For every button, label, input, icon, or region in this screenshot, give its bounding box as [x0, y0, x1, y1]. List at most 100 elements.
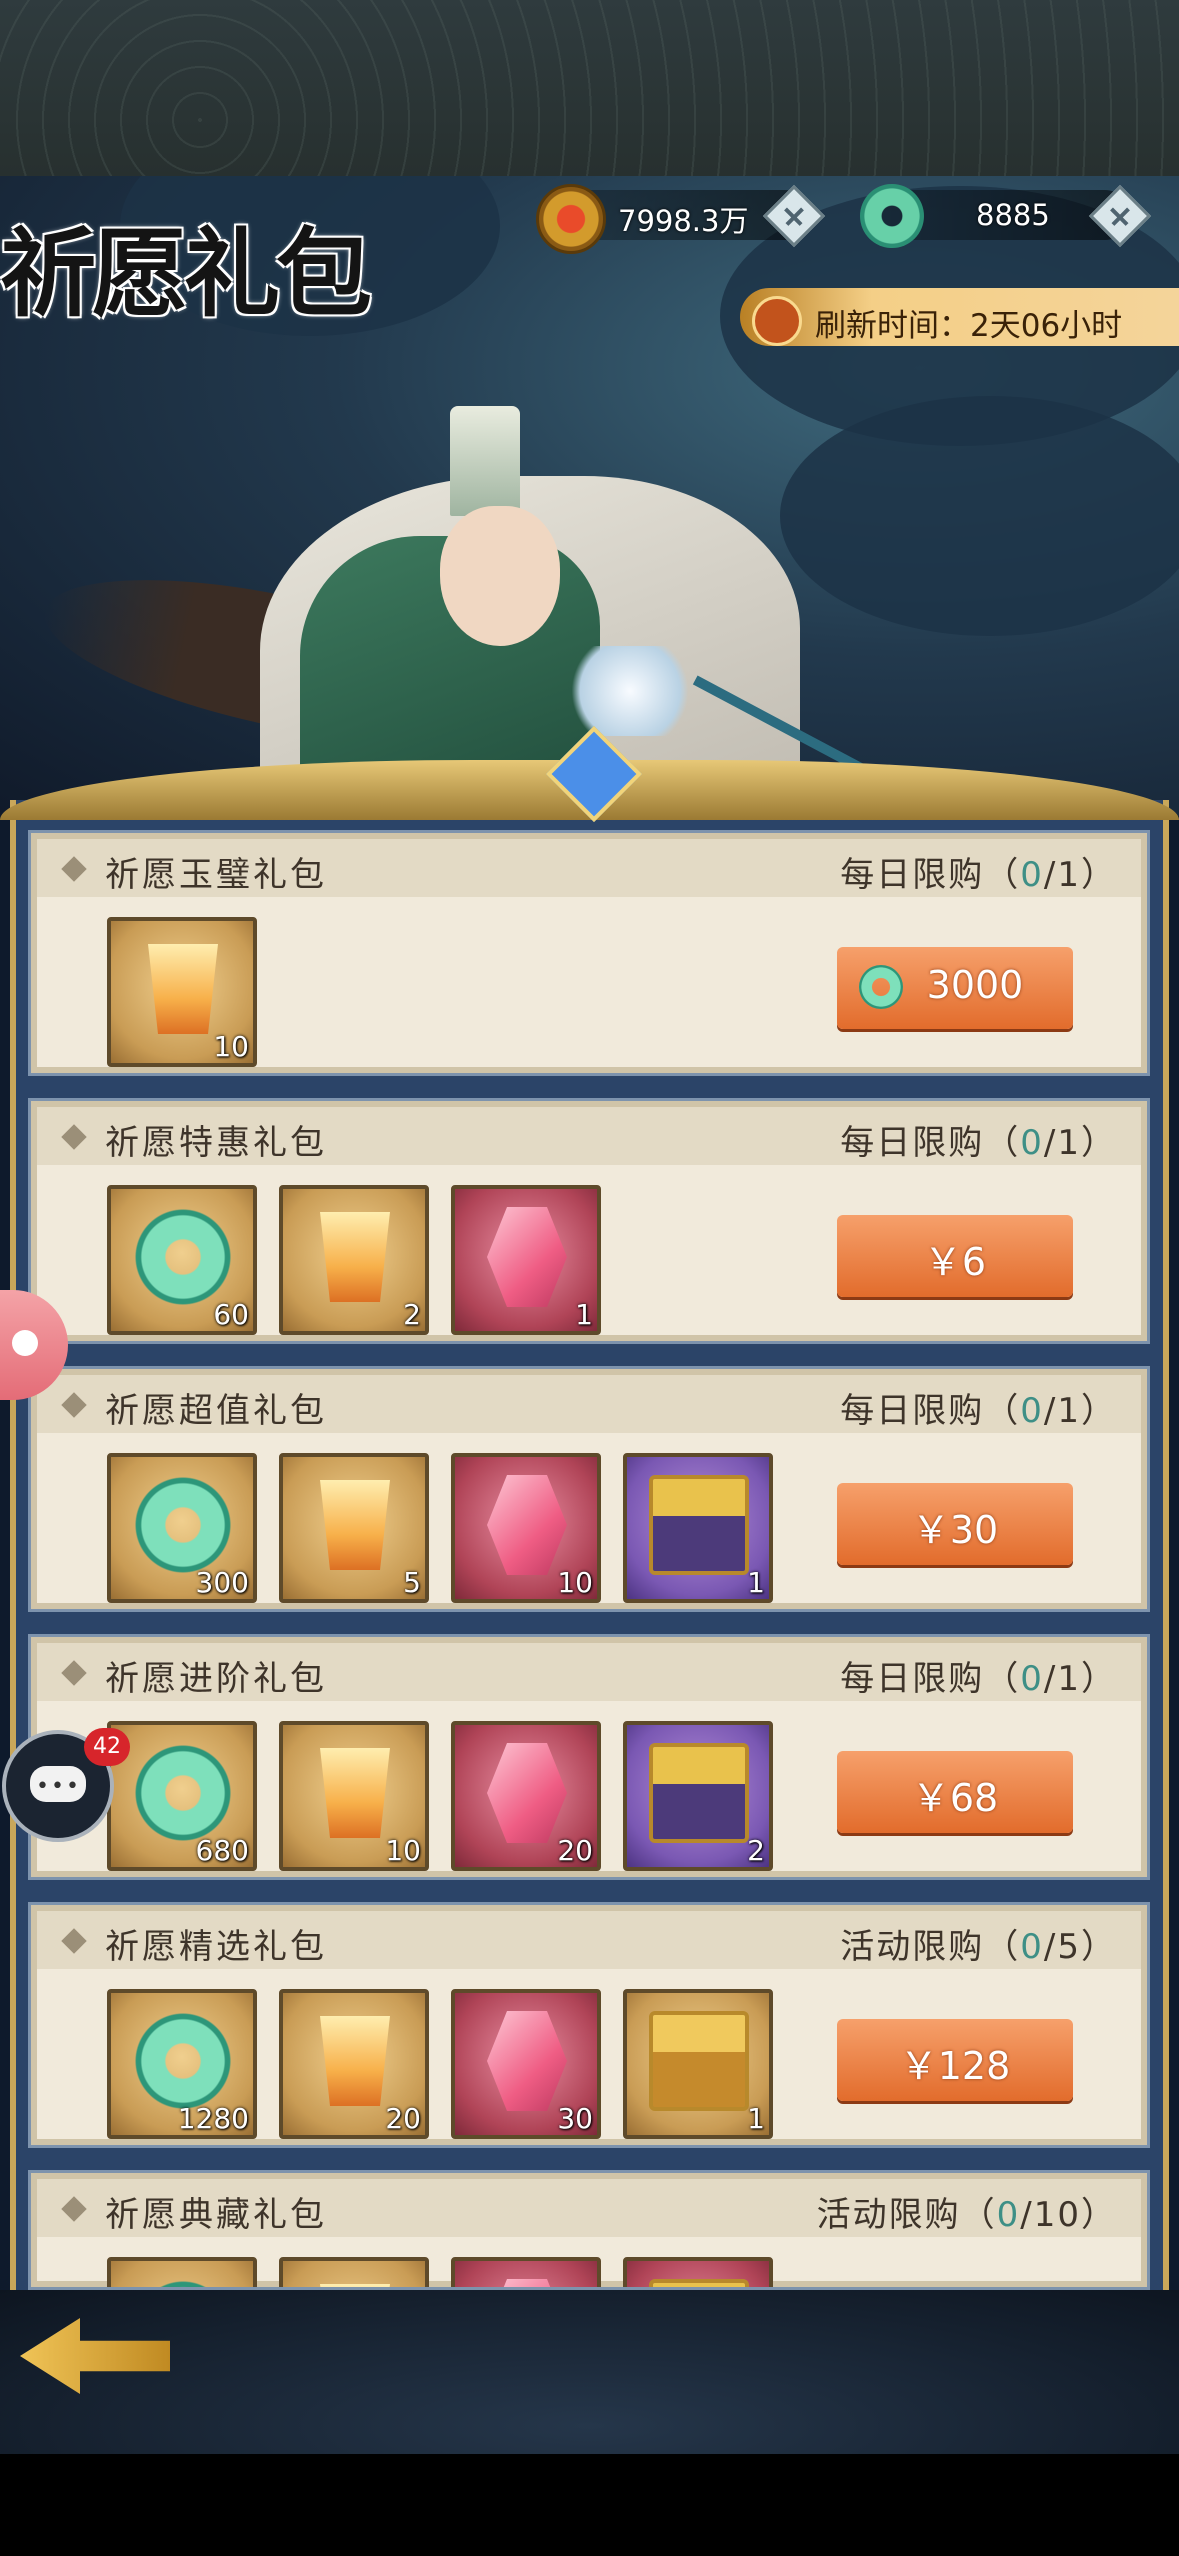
reward-item[interactable]: 1	[623, 1453, 773, 1603]
reward-item[interactable]: 10	[279, 1721, 429, 1871]
system-bottom-bar	[0, 2454, 1179, 2556]
purchase-limit: 每日限购（0/1）	[840, 847, 1117, 896]
treasure-chest-icon	[649, 1475, 749, 1575]
pack-name: 祈愿特惠礼包	[105, 1123, 327, 1163]
buy-button[interactable]: 3000	[837, 947, 1073, 1029]
pack-name: 祈愿精选礼包	[105, 1927, 327, 1967]
character-hat	[450, 406, 520, 516]
item-quantity: 60	[213, 1298, 249, 1331]
coin-balance: 7998.3万	[618, 204, 749, 238]
lantern-icon	[320, 2016, 390, 2106]
limit-label: 活动限购（	[840, 1927, 1021, 1967]
reward-item[interactable]: 1	[451, 1185, 601, 1335]
jade-icon	[860, 184, 924, 248]
price-label: ￥6	[923, 1240, 987, 1284]
jade-ring-icon	[133, 2279, 233, 2287]
reward-item[interactable]: 20	[451, 1721, 601, 1871]
item-quantity: 20	[385, 2102, 421, 2135]
reward-items	[107, 2257, 773, 2287]
cloud-pattern	[0, 0, 1179, 176]
limit-total: /1）	[1043, 1659, 1117, 1699]
limit-count: 0	[1020, 1927, 1044, 1967]
reward-items: 10	[107, 917, 257, 1067]
reward-item[interactable]	[107, 2257, 257, 2287]
limit-count: 0	[1020, 1659, 1044, 1699]
reward-item[interactable]: 5	[279, 1453, 429, 1603]
purchase-limit: 每日限购（0/1）	[840, 1115, 1117, 1164]
item-quantity: 2	[747, 1834, 765, 1867]
lantern-icon	[320, 2284, 390, 2287]
beast-statue-icon	[487, 1207, 567, 1307]
buy-button[interactable]: ￥30	[837, 1483, 1073, 1565]
limit-label: 每日限购（	[840, 855, 1021, 895]
beast-statue-icon	[487, 1475, 567, 1575]
buy-button[interactable]: ￥128	[837, 2019, 1073, 2101]
bottom-background	[0, 2290, 1179, 2460]
limit-label: 每日限购（	[840, 1391, 1021, 1431]
purchase-limit: 活动限购（0/10）	[817, 2187, 1117, 2236]
limit-count: 0	[996, 2195, 1021, 2235]
limit-total: /5）	[1043, 1927, 1117, 1967]
limit-label: 活动限购（	[816, 2195, 997, 2235]
lantern-icon	[320, 1748, 390, 1838]
reward-item[interactable]: 2	[279, 1185, 429, 1335]
price-label: ￥30	[911, 1508, 999, 1552]
top-banner	[0, 0, 1179, 176]
purchase-limit: 活动限购（0/5）	[840, 1919, 1117, 1968]
purchase-limit: 每日限购（0/1）	[840, 1651, 1117, 1700]
item-quantity: 30	[557, 2102, 593, 2135]
reward-item[interactable]: 20	[279, 1989, 429, 2139]
beast-statue-icon	[487, 2011, 567, 2111]
item-quantity: 300	[195, 1566, 249, 1599]
buy-button[interactable]: ￥68	[837, 1751, 1073, 1833]
purchase-limit: 每日限购（0/1）	[840, 1383, 1117, 1432]
jade-ring-icon	[133, 2011, 233, 2111]
beast-statue-icon	[487, 2279, 567, 2287]
item-quantity: 10	[385, 1834, 421, 1867]
pack-card: 祈愿进阶礼包 每日限购（0/1） 680 10 20 2 ￥68	[28, 1634, 1150, 1880]
lantern-icon	[320, 1480, 390, 1570]
reward-item[interactable]: 300	[107, 1453, 257, 1603]
character-head	[440, 506, 560, 646]
item-quantity: 2	[403, 1298, 421, 1331]
reward-item[interactable]	[279, 2257, 429, 2287]
item-quantity: 10	[557, 1566, 593, 1599]
reward-items: 300 5 10 1	[107, 1453, 773, 1603]
feather-fan	[560, 646, 700, 736]
reward-item[interactable]: 1280	[107, 1989, 257, 2139]
reward-item[interactable]: 2	[623, 1721, 773, 1871]
treasure-chest-icon	[649, 2279, 749, 2287]
reward-item[interactable]: 1	[623, 1989, 773, 2139]
reward-item[interactable]: 60	[107, 1185, 257, 1335]
pack-card: 祈愿超值礼包 每日限购（0/1） 300 5 10 1 ￥30	[28, 1366, 1150, 1612]
jade-ring-icon	[133, 1207, 233, 1307]
reward-item[interactable]	[451, 2257, 601, 2287]
price-label: ￥68	[911, 1776, 999, 1820]
limit-label: 每日限购（	[840, 1123, 1021, 1163]
reward-item[interactable]	[623, 2257, 773, 2287]
item-quantity: 1280	[177, 2102, 249, 2135]
pack-card: 祈愿特惠礼包 每日限购（0/1） 60 2 1 ￥6	[28, 1098, 1150, 1344]
limit-count: 0	[1020, 1391, 1044, 1431]
reward-item[interactable]: 10	[107, 917, 257, 1067]
item-quantity: 20	[557, 1834, 593, 1867]
reward-items: 1280 20 30 1	[107, 1989, 773, 2139]
limit-label: 每日限购（	[840, 1659, 1021, 1699]
pack-name: 祈愿超值礼包	[105, 1391, 327, 1431]
coin-icon	[536, 184, 606, 254]
limit-total: /10）	[1020, 2195, 1117, 2235]
limit-total: /1）	[1043, 1123, 1117, 1163]
jade-balance: 8885	[976, 198, 1050, 232]
reward-item[interactable]: 30	[451, 1989, 601, 2139]
refresh-timer: 刷新时间：2天06小时	[815, 308, 1123, 344]
chat-dots: •••	[36, 1774, 81, 1799]
pack-card: 祈愿精选礼包 活动限购（0/5） 1280 20 30 1 ￥128	[28, 1902, 1150, 2148]
page-title: 祈愿礼包	[0, 217, 372, 330]
reward-items: 680 10 20 2	[107, 1721, 773, 1871]
item-quantity: 680	[195, 1834, 249, 1867]
reward-item[interactable]: 10	[451, 1453, 601, 1603]
item-quantity: 1	[747, 1566, 765, 1599]
limit-count: 0	[1020, 1123, 1044, 1163]
tree-foliage	[780, 396, 1179, 636]
buy-button[interactable]: ￥6	[837, 1215, 1073, 1297]
